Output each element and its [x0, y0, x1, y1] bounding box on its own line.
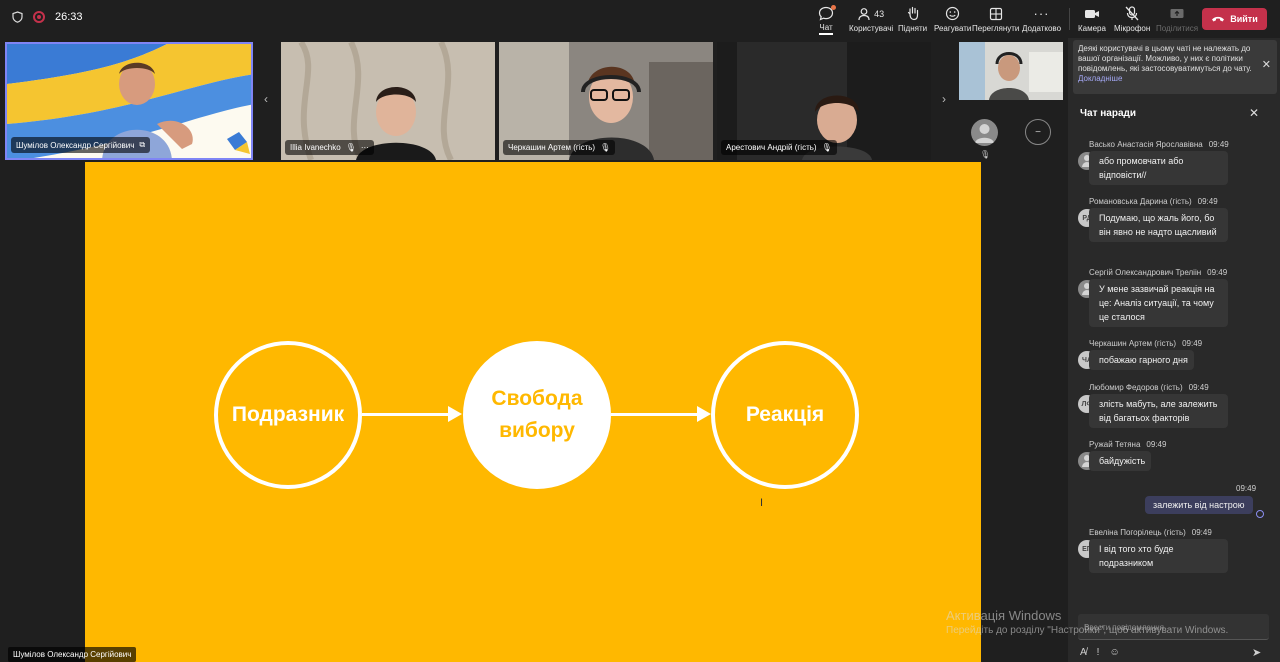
video-tile-presenter[interactable]: Шумілов Олександр Сергійович ⧉ [5, 42, 253, 160]
message-meta: Романовська Дарина (гість) 09:49 [1089, 197, 1218, 206]
my-chat-message: залежить від настрою [1145, 496, 1253, 514]
people-button[interactable]: 43 Користувачі [849, 5, 893, 35]
share-button[interactable]: Поділитися [1156, 5, 1198, 35]
person-icon [975, 124, 994, 143]
more-dots-icon[interactable]: ··· [361, 143, 369, 152]
mic-off-icon: 🎙︎ [345, 143, 356, 152]
compose-toolbar: A̸ ! ☺ [1080, 647, 1120, 658]
leave-button[interactable]: Вийти [1202, 8, 1267, 30]
stimulus-label: Подразник [231, 403, 345, 426]
mic-off-icon: 🎙︎ [821, 143, 832, 152]
react-button[interactable]: Реагувати [934, 5, 971, 35]
send-icon[interactable]: ➤ [1252, 646, 1261, 659]
video-tile-participant[interactable]: Арестович Андрій (гість) 🎙︎ [717, 42, 931, 160]
message-time: 09:49 [1236, 484, 1257, 493]
chat-message: побажаю гарного дня [1089, 350, 1194, 370]
raise-hand-button[interactable]: Підняти [898, 5, 927, 35]
shield-icon [12, 11, 23, 23]
hand-icon [906, 5, 920, 22]
seen-icon [1256, 510, 1264, 518]
message-meta: Васько Анастасія Ярославівна 09:49 [1089, 140, 1229, 149]
video-tile-participant[interactable]: Черкашин Артем (гість) 🎙︎ [499, 42, 713, 160]
message-meta: Любомир Федоров (гість) 09:49 [1089, 383, 1209, 392]
participant-video [959, 42, 1063, 100]
participant-name-tag: Арестович Андрій (гість) 🎙︎ [721, 140, 837, 155]
chat-message: У мене зазвичай реакція на це: Аналіз си… [1089, 279, 1228, 327]
message-meta: Ружай Тетяна 09:49 [1089, 440, 1167, 449]
close-icon[interactable]: ✕ [1249, 106, 1259, 120]
message-meta: Черкашин Артем (гість) 09:49 [1089, 339, 1203, 348]
meeting-timer: 26:33 [55, 11, 83, 23]
people-icon: 43 [858, 5, 884, 22]
layout-grid-icon [989, 5, 1003, 22]
minus-icon: − [1035, 126, 1041, 138]
presenter-name-tag: Шумілов Олександр Сергійович [8, 647, 137, 662]
format-icon[interactable]: A̸ [1080, 647, 1087, 658]
meeting-toolbar: 26:33 Чат 43 Користувачі Підняти Реагува… [0, 0, 1280, 38]
participant-name-tag: Шумілов Олександр Сергійович ⧉ [11, 137, 151, 153]
message-meta: Сергій Олександрович Треліін 09:49 [1089, 268, 1228, 277]
hang-up-icon [1212, 16, 1225, 22]
message-input[interactable]: Ввести повідомлення [1078, 614, 1269, 640]
freedom-label: Свобода вибору [491, 387, 583, 442]
emoji-icon[interactable]: ☺ [1109, 647, 1119, 658]
mic-off-icon [1125, 5, 1139, 22]
chat-message: Подумаю, що жаль його, бо він явно не на… [1089, 208, 1228, 242]
camera-button[interactable]: Камера [1078, 5, 1106, 35]
more-dots-icon: ··· [1033, 6, 1050, 21]
shared-slide: Подразник Свобода вибору Реакція [85, 162, 981, 662]
chat-message: байдужість [1089, 451, 1152, 471]
smiley-icon [945, 5, 960, 22]
camera-icon [1084, 5, 1100, 22]
mic-off-icon: 🎙︎ [980, 150, 991, 159]
chat-message: або промовчати або відповісти// [1089, 151, 1228, 185]
chat-message: І від того хто буде подразником [1089, 539, 1228, 573]
mic-off-icon: 🎙︎ [600, 143, 611, 152]
participant-name-tag: Черкашин Артем (гість) 🎙︎ [503, 140, 616, 155]
text-cursor-icon: I [760, 497, 764, 509]
unread-indicator [831, 5, 836, 10]
message-meta: Евеліна Погорілець (гість) 09:49 [1089, 528, 1212, 537]
reaction-label: Реакція [745, 403, 825, 426]
freedom-circle: Свобода вибору [463, 341, 611, 489]
arrow-line [611, 413, 697, 416]
view-button[interactable]: Переглянути [972, 5, 1019, 35]
learn-more-link[interactable]: Докладніше [1078, 74, 1122, 83]
chat-icon [818, 5, 836, 21]
overflow-participants-button[interactable]: − [1025, 119, 1051, 145]
meeting-status: 26:33 [12, 11, 83, 23]
close-icon[interactable]: ✕ [1262, 60, 1271, 71]
arrow-line [362, 413, 448, 416]
chevron-right-icon[interactable]: › [942, 92, 946, 106]
microphone-button[interactable]: Мікрофон [1114, 5, 1150, 35]
screen-share-icon: ⧉ [139, 140, 146, 149]
participant-name-tag: Illia Ivanechko 🎙︎ ··· [285, 140, 374, 155]
external-users-notice: Деякі користувачі в цьому чаті не належа… [1073, 40, 1277, 94]
recording-icon [33, 11, 45, 23]
avatar[interactable] [971, 119, 998, 146]
video-tile-participant[interactable]: Illia Ivanechko 🎙︎ ··· [281, 42, 495, 160]
chat-message: злість мабуть, але залежить від багатьох… [1089, 394, 1228, 428]
chat-button[interactable]: Чат [818, 5, 836, 35]
arrow-right-icon [448, 406, 462, 422]
reaction-circle: Реакція [711, 341, 859, 489]
video-tile-small[interactable] [959, 42, 1063, 100]
chevron-left-icon[interactable]: ‹ [264, 92, 268, 106]
priority-icon[interactable]: ! [1097, 647, 1100, 658]
participants-count: 43 [874, 8, 885, 19]
arrow-right-icon [697, 406, 711, 422]
more-button[interactable]: ··· Додатково [1022, 5, 1061, 35]
chat-title: Чат наради [1080, 108, 1137, 119]
share-screen-icon [1169, 5, 1185, 22]
stimulus-circle: Подразник [214, 341, 362, 489]
toolbar-divider [1069, 8, 1070, 30]
